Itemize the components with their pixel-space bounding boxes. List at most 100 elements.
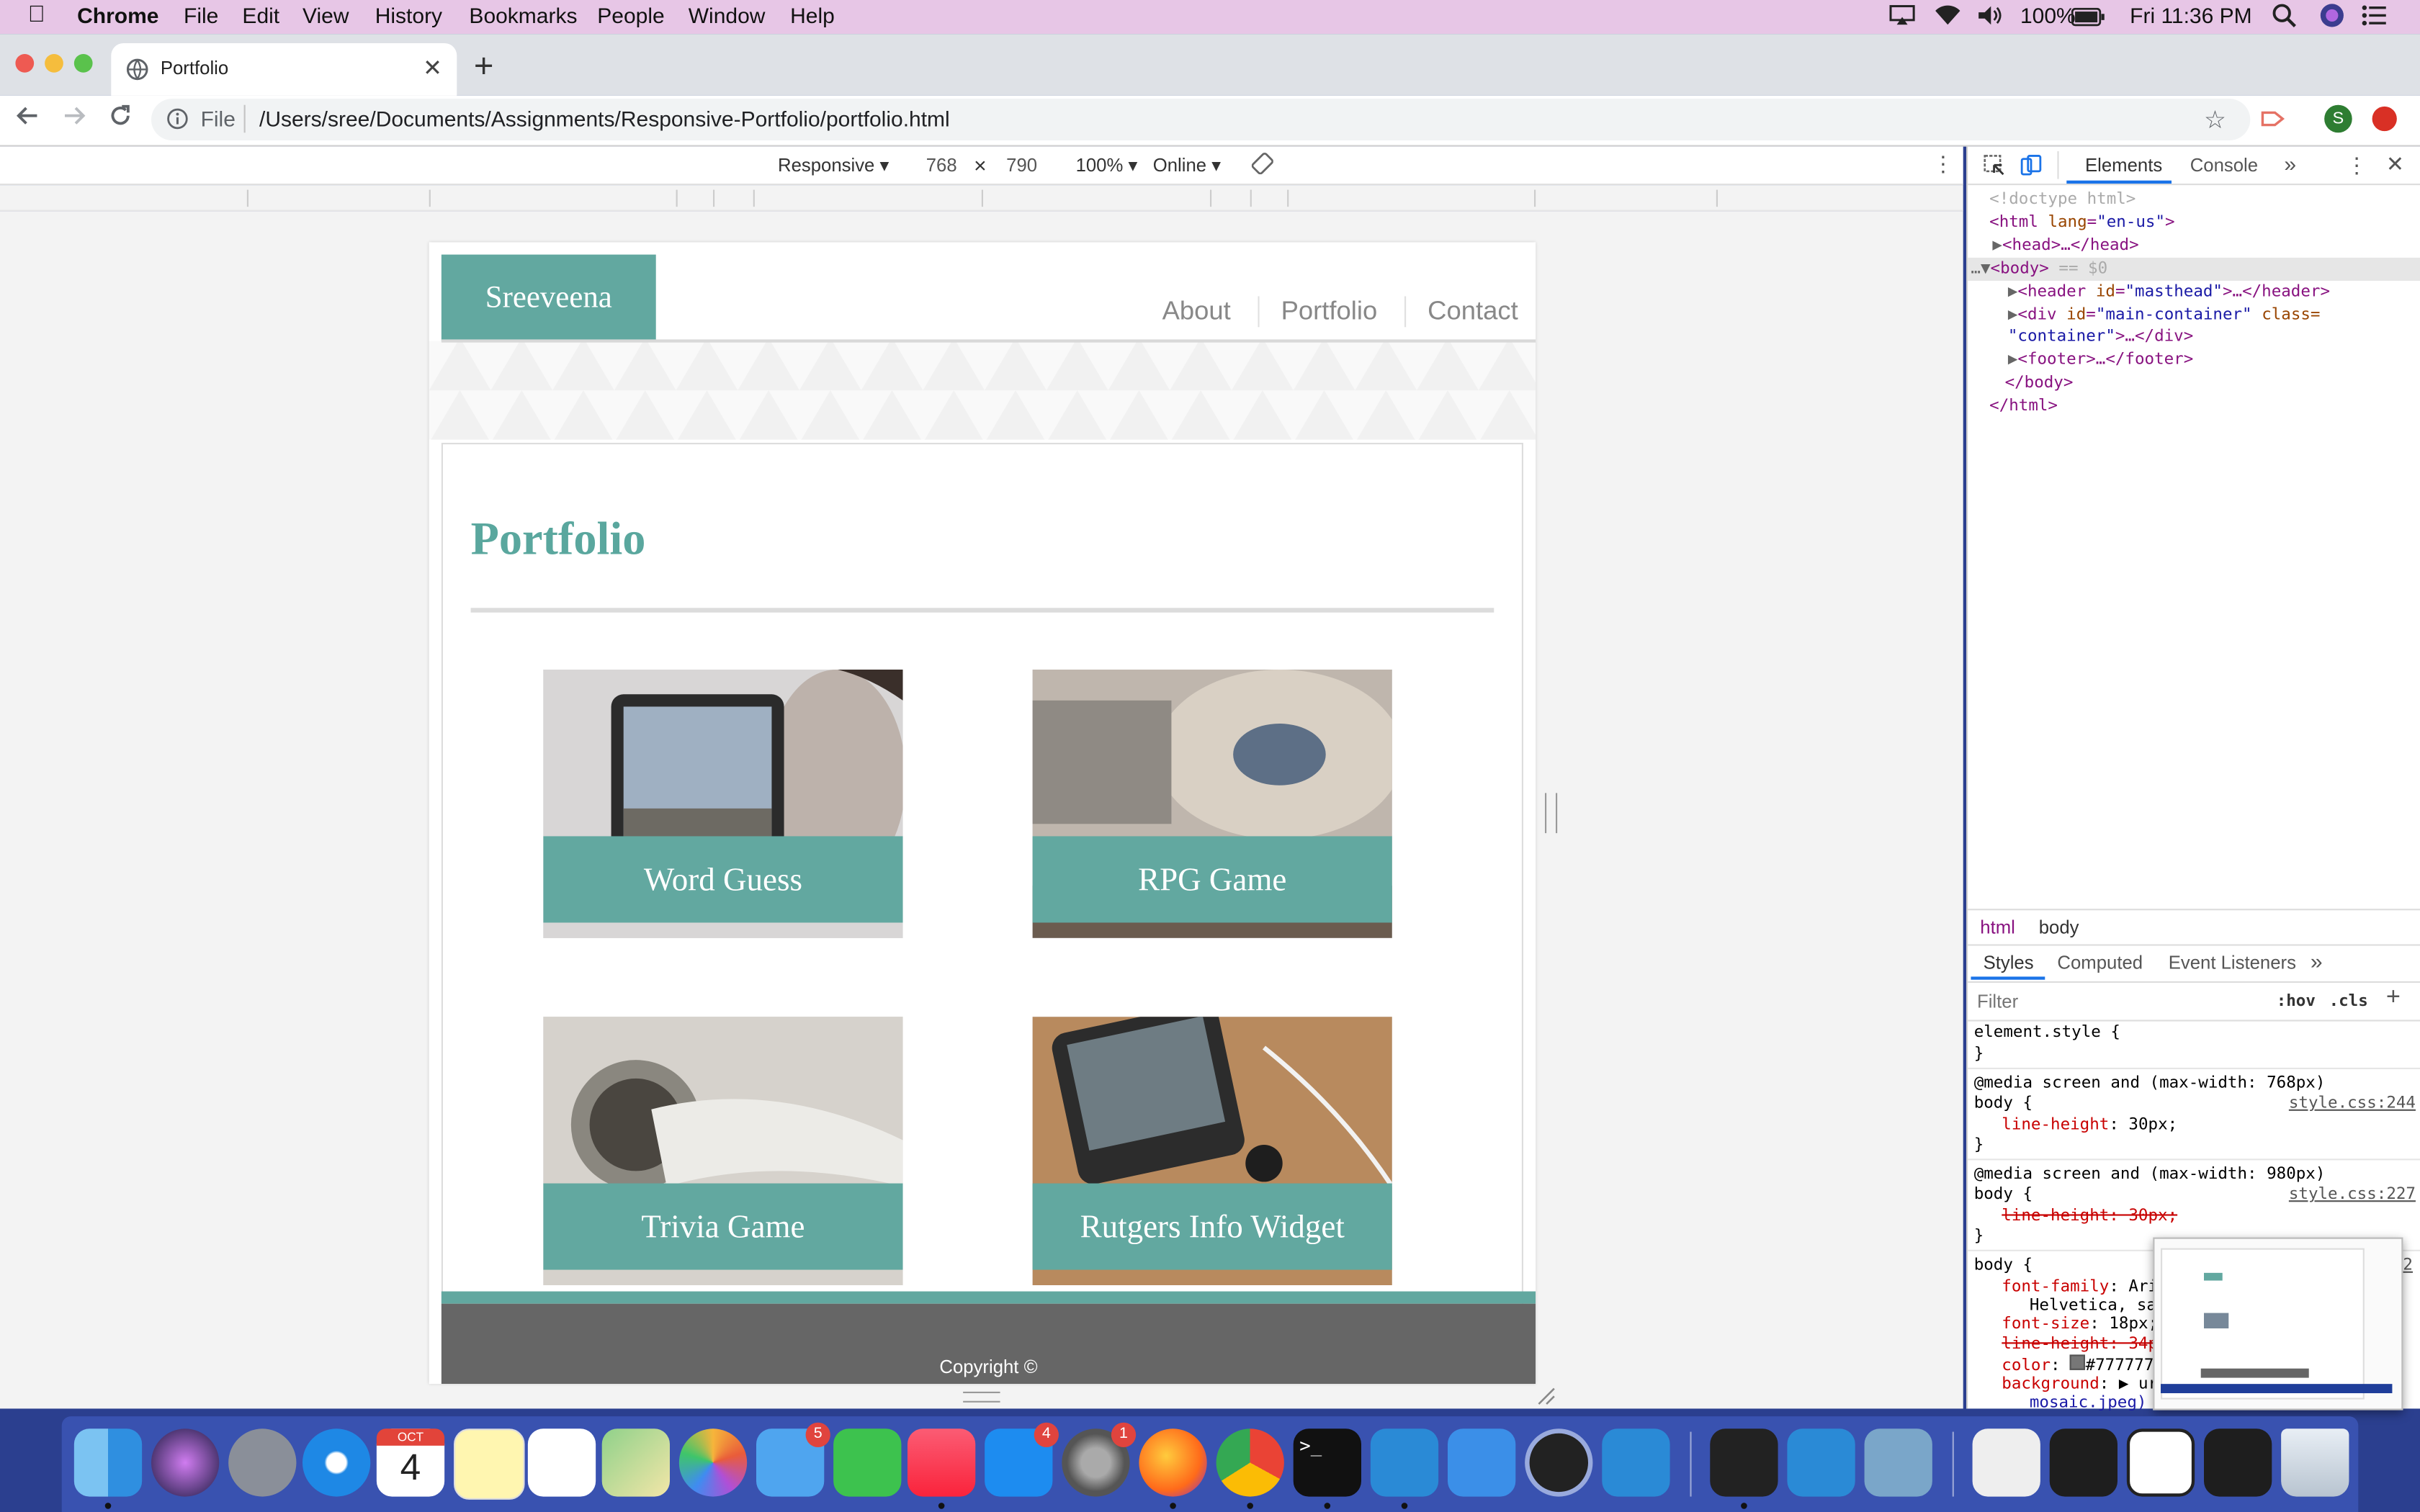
maximize-window-button[interactable] [73, 54, 93, 73]
maps-icon[interactable] [601, 1428, 670, 1497]
bookmark-star-icon[interactable]: ☆ [2204, 105, 2226, 136]
dom-html-close[interactable]: </html> [1989, 397, 2058, 415]
xcode-icon[interactable] [1447, 1428, 1516, 1497]
rule-declaration[interactable]: color: #777777 [2002, 1354, 2154, 1374]
reminders-icon[interactable] [527, 1428, 596, 1497]
rule-source-link[interactable]: style.css:244 [2289, 1094, 2416, 1112]
rule-element-style[interactable]: element.style { [1974, 1023, 2120, 1042]
wifi-icon[interactable] [1934, 4, 1962, 30]
minimized-window-thumbnail[interactable] [1972, 1428, 2040, 1497]
rule-declaration[interactable]: font-family: Ari [2002, 1277, 2158, 1296]
vscode-insiders-icon[interactable] [1602, 1428, 1670, 1497]
update-extension-icon[interactable] [2372, 106, 2397, 132]
extension-icon[interactable] [2261, 107, 2289, 139]
clock[interactable]: Fri 11:36 PM [2130, 3, 2252, 27]
safari-icon[interactable] [302, 1428, 371, 1497]
rule-declaration[interactable]: font-size: 18px; [2002, 1315, 2158, 1333]
messages-icon[interactable]: 5 [756, 1422, 830, 1497]
dom-body-node[interactable]: …▼<body> == $0 [1971, 259, 2107, 278]
battery-icon[interactable] [2071, 6, 2105, 31]
expand-arrow-icon[interactable]: ▶ [2008, 282, 2018, 301]
facetime-icon[interactable] [833, 1428, 902, 1497]
class-toggle[interactable]: .cls [2329, 992, 2368, 1011]
hover-state-toggle[interactable]: :hov [2277, 992, 2316, 1011]
styles-filter-input[interactable] [1973, 987, 2258, 1015]
photos-icon[interactable] [678, 1428, 748, 1497]
network-throttle-select[interactable]: Online ▾ [1153, 154, 1221, 176]
url-text[interactable]: /Users/sree/Documents/Assignments/Respon… [259, 107, 950, 131]
overridden-declaration[interactable]: line-height: 34p [2002, 1335, 2158, 1354]
close-window-button[interactable] [15, 54, 35, 73]
chrome-icon[interactable] [1216, 1428, 1284, 1509]
volume-icon[interactable] [1977, 4, 2005, 30]
media-query-ruler[interactable] [0, 185, 1963, 212]
viewport-width-input[interactable]: 768 [926, 154, 957, 176]
spotlight-search-icon[interactable] [2272, 3, 2296, 32]
app-store-icon[interactable]: 4 [985, 1422, 1059, 1497]
browser-tab[interactable]: Portfolio ✕ [111, 43, 457, 96]
quicktime-icon[interactable] [1525, 1428, 1593, 1497]
device-toggle-icon[interactable] [2020, 154, 2042, 180]
vscode-recent-icon[interactable] [1787, 1428, 1855, 1497]
firefox-icon[interactable] [1139, 1428, 1207, 1509]
tab-console[interactable]: Console [2190, 154, 2258, 176]
address-bar[interactable]: File /Users/sree/Documents/Assignments/R… [151, 99, 2251, 140]
apple-icon[interactable]:  [28, 1, 45, 27]
nav-contact[interactable]: Contact [1428, 296, 1518, 327]
tab-styles[interactable]: Styles [1984, 952, 2034, 973]
brand-logo[interactable]: Sreeveena [441, 254, 656, 341]
dom-body-close[interactable]: </body> [2005, 374, 2074, 392]
siri-icon[interactable] [2320, 3, 2344, 32]
menu-help[interactable]: Help [790, 3, 835, 27]
dom-div-node-cont[interactable]: "container">…</div> [2008, 327, 2193, 346]
menu-window[interactable]: Window [689, 3, 766, 27]
new-tab-icon[interactable]: + [474, 46, 494, 86]
rule-source-link[interactable]: style.css:227 [2289, 1185, 2416, 1204]
screenshot-thumbnail[interactable] [2153, 1237, 2403, 1410]
airplay-icon[interactable] [1889, 4, 1915, 30]
project-card-trivia-game[interactable]: Trivia Game [543, 1017, 903, 1285]
resize-handle-bottom[interactable] [963, 1391, 1000, 1403]
preview-icon[interactable] [1864, 1428, 1932, 1497]
rule-declaration[interactable]: background: ▶ url [2002, 1374, 2167, 1393]
rule-declaration[interactable]: line-height: 30px; [2002, 1115, 2177, 1134]
launchpad-icon[interactable] [228, 1428, 297, 1497]
rule-selector[interactable]: body { [1974, 1094, 2033, 1112]
device-toolbar-more-icon[interactable]: ⋮ [1932, 151, 1954, 177]
more-tabs-icon[interactable]: » [2284, 151, 2296, 176]
overridden-declaration[interactable]: line-height: 30px; [2002, 1207, 2177, 1225]
resize-handle-right[interactable] [1545, 793, 1558, 834]
project-card-rutgers-info-widget[interactable]: Rutgers Info Widget [1032, 1017, 1392, 1285]
minimize-window-button[interactable] [45, 54, 63, 73]
nav-portfolio[interactable]: Portfolio [1281, 296, 1378, 327]
rule-source-link[interactable]: 2 [2403, 1256, 2413, 1274]
viewport-height-input[interactable]: 790 [1006, 154, 1037, 176]
minimized-window-thumbnail[interactable] [2126, 1428, 2195, 1497]
minimized-window-thumbnail[interactable] [2049, 1428, 2118, 1497]
project-card-rpg-game[interactable]: RPG Game [1032, 670, 1392, 938]
rule-selector[interactable]: body { [1974, 1185, 2033, 1204]
menu-people[interactable]: People [597, 3, 664, 27]
menu-view[interactable]: View [302, 3, 349, 27]
dom-header-node[interactable]: ▶<header id="masthead">…</header> [2008, 282, 2330, 301]
profile-avatar[interactable]: S [2324, 104, 2352, 133]
tab-computed[interactable]: Computed [2057, 952, 2143, 973]
expand-arrow-icon[interactable]: ▶ [2008, 305, 2018, 324]
notification-center-icon[interactable] [2362, 4, 2386, 30]
finder-icon[interactable] [73, 1428, 143, 1509]
back-icon[interactable] [15, 104, 40, 136]
add-style-rule-icon[interactable]: + [2386, 984, 2401, 1012]
expand-arrow-icon[interactable]: ▶ [2008, 350, 2018, 369]
reload-icon[interactable] [108, 104, 133, 136]
collapse-arrow-icon[interactable]: ▼ [1981, 259, 1991, 278]
vscode-icon[interactable] [1370, 1428, 1439, 1509]
terminal-icon[interactable]: >_ [1293, 1428, 1361, 1509]
color-swatch[interactable] [2070, 1354, 2086, 1370]
dom-doctype[interactable]: <!doctype html> [1989, 190, 2136, 209]
notes-icon[interactable] [454, 1428, 525, 1500]
dom-head-node[interactable]: ▶<head>…</head> [1992, 236, 2138, 255]
menu-bookmarks[interactable]: Bookmarks [469, 3, 577, 27]
system-preferences-icon[interactable]: 1 [1062, 1422, 1137, 1497]
resize-corner-icon[interactable] [1537, 1385, 1556, 1413]
dom-div-node[interactable]: ▶<div id="main-container" class= [2008, 305, 2321, 324]
